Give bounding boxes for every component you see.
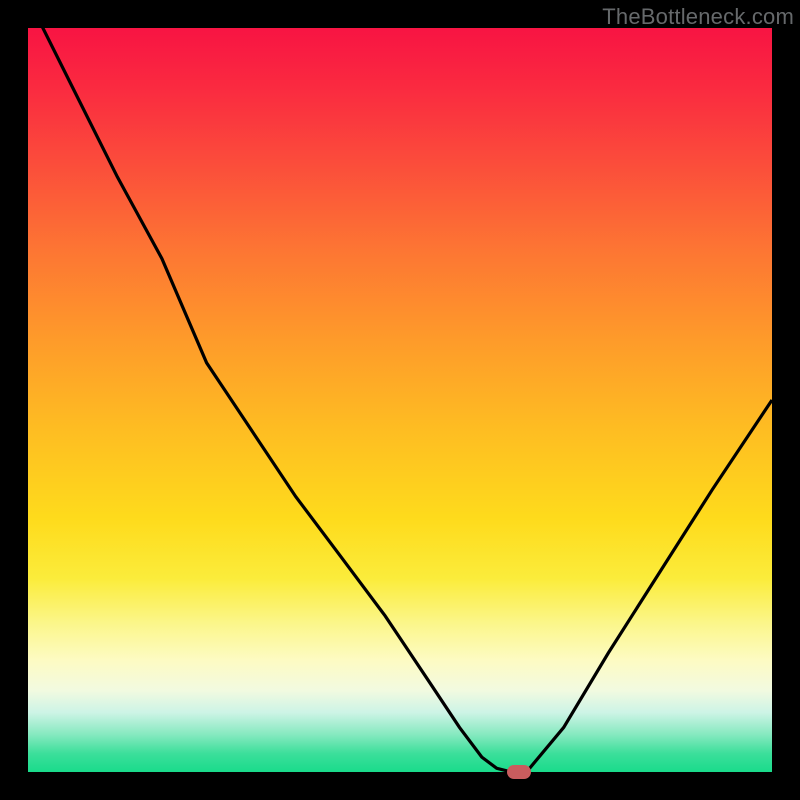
curve-path — [28, 28, 772, 772]
chart-frame: TheBottleneck.com — [0, 0, 800, 800]
watermark-text: TheBottleneck.com — [602, 4, 794, 30]
plot-area — [28, 28, 772, 772]
bottleneck-curve — [28, 28, 772, 772]
optimal-marker — [507, 765, 531, 779]
